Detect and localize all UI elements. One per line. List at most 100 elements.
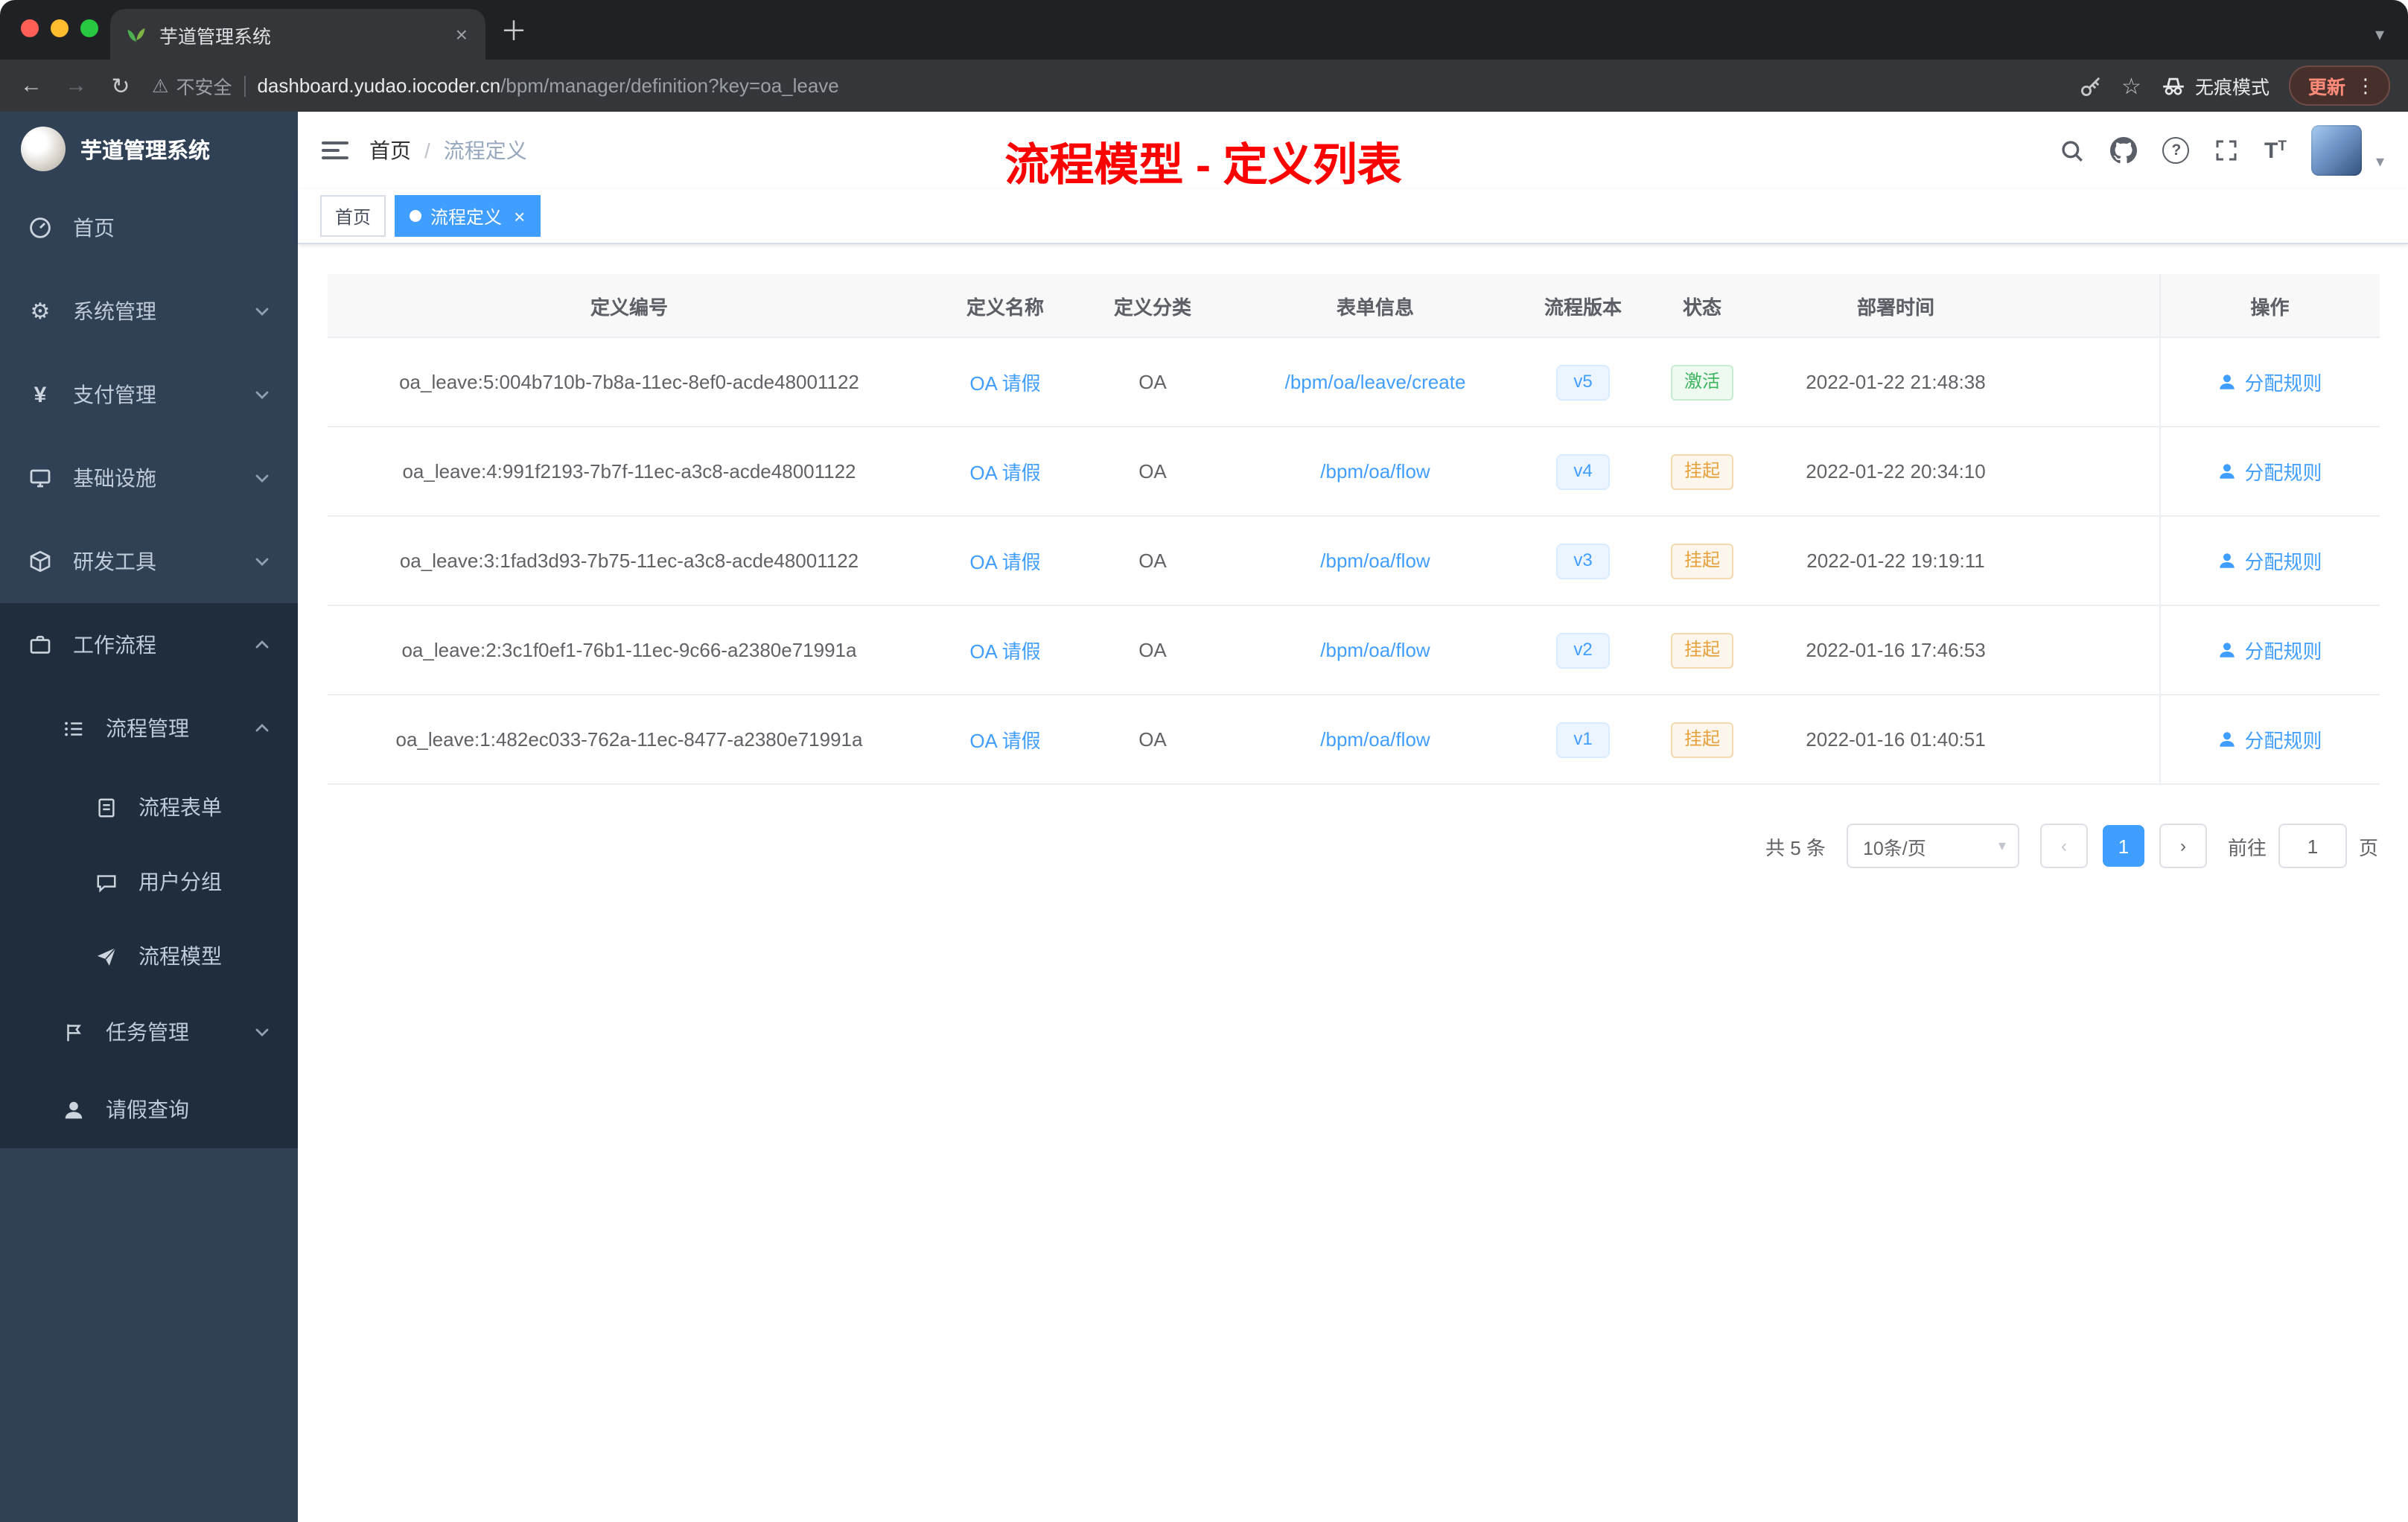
avatar-caret-icon[interactable]: ▾ [2376,151,2384,171]
table-row[interactable]: oa_leave:1:482ec033-762a-11ec-8477-a2380… [328,695,2380,785]
sidebar-fold-icon[interactable] [322,141,348,159]
tab-close-icon[interactable]: × [453,22,471,46]
definition-table: 定义编号 定义名称 定义分类 表单信息 流程版本 状态 部署时间 操作 oa_l… [328,274,2380,785]
definition-name-link[interactable]: OA 请假 [969,640,1040,663]
sidebar-item-process-model[interactable]: 流程模型 [0,919,298,993]
definition-name-link[interactable]: OA 请假 [969,730,1040,752]
font-size-icon[interactable]: TT [2264,138,2287,162]
forward-button[interactable]: → [63,73,89,98]
url-text[interactable]: dashboard.yudao.iocoder.cn/bpm/manager/d… [257,74,838,97]
form-link[interactable]: /bpm/oa/flow [1320,639,1430,661]
browser-menu-icon[interactable]: ⋮ [2356,74,2375,98]
sidebar-item-devtools[interactable]: 研发工具 [0,520,298,603]
browser-tab[interactable]: 芋道管理系统 × [110,9,485,60]
total-count: 共 5 条 [1765,836,1826,859]
browser-toolbar: ← → ↻ ⚠ 不安全 dashboard.yudao.iocoder.cn/b… [0,60,2408,112]
sidebar-item-infrastructure[interactable]: 基础设施 [0,436,298,520]
next-page-button[interactable]: › [2159,824,2207,868]
col-spacer [2028,274,2159,338]
table-row[interactable]: oa_leave:3:1fad3d93-7b75-11ec-a3c8-acde4… [328,516,2380,606]
sidebar-item-task-management[interactable]: 任务管理 [0,993,298,1071]
sidebar-item-system[interactable]: ⚙ 系统管理 [0,270,298,353]
sidebar-item-user-group[interactable]: 用户分组 [0,844,298,919]
definition-name-link[interactable]: OA 请假 [969,372,1040,395]
chevron-up-icon [253,719,271,737]
site-favicon-icon [125,23,147,45]
col-deploy-time: 部署时间 [1763,274,2028,338]
incognito-badge: 无痕模式 [2161,71,2270,100]
sidebar-item-workflow[interactable]: 工作流程 [0,603,298,687]
table-row[interactable]: oa_leave:4:991f2193-7b7f-11ec-a3c8-acde4… [328,427,2380,517]
tag-close-icon[interactable]: × [514,206,525,226]
status-badge: 激活 [1670,364,1733,400]
security-label[interactable]: 不安全 [176,71,232,100]
annotation-title: 流程模型 - 定义列表 [1004,141,1402,191]
search-icon[interactable] [2060,138,2086,163]
address-bar[interactable]: ⚠ 不安全 dashboard.yudao.iocoder.cn/bpm/man… [152,71,2060,100]
definition-name-link[interactable]: OA 请假 [969,462,1040,484]
assign-rule-link[interactable]: 分配规则 [2217,725,2322,754]
prev-page-button[interactable]: ‹ [2039,824,2088,868]
reload-button[interactable]: ↻ [107,72,134,99]
person-icon [2220,375,2235,389]
user-avatar[interactable] [2311,125,2363,176]
version-badge: v4 [1556,453,1610,489]
sidebar-item-process-form[interactable]: 流程表单 [0,770,298,844]
deploy-time: 2022-01-22 20:34:10 [1763,427,2028,517]
sidebar-item-home[interactable]: 首页 [0,186,298,270]
chevron-down-icon [253,386,271,404]
assign-rule-link[interactable]: 分配规则 [2217,368,2322,396]
form-link[interactable]: /bpm/oa/flow [1320,728,1430,751]
zoom-window-button[interactable] [80,19,98,37]
assign-rule-link[interactable]: 分配规则 [2217,547,2322,575]
definition-id: oa_leave:5:004b710b-7b8a-11ec-8ef0-acde4… [328,337,931,427]
close-window-button[interactable] [21,19,39,37]
chrome-update-button[interactable]: 更新 ⋮ [2288,66,2390,106]
col-process-version: 流程版本 [1525,274,1641,338]
ordered-list-icon [60,715,86,742]
password-key-icon[interactable] [2078,74,2102,98]
sidebar-item-process-management[interactable]: 流程管理 [0,687,298,770]
col-form-info: 表单信息 [1226,274,1525,338]
status-badge: 挂起 [1670,722,1733,757]
sidebar-item-leave-query[interactable]: 请假查询 [0,1071,298,1148]
new-tab-button[interactable]: ＋ [500,10,527,49]
flag-icon [60,1019,86,1045]
omnibox-divider [243,75,246,96]
page-size-select[interactable]: 10条/页 ▾ [1846,824,2019,868]
sidebar-item-payment[interactable]: ¥ 支付管理 [0,353,298,436]
minimize-window-button[interactable] [51,19,69,37]
security-warning-icon: ⚠ [152,76,169,97]
page-number-active[interactable]: 1 [2102,825,2144,867]
brand-avatar [21,127,66,171]
col-definition-category: 定义分类 [1080,274,1226,338]
version-badge: v5 [1556,364,1610,400]
fullscreen-icon[interactable] [2215,138,2239,162]
help-icon[interactable]: ? [2162,137,2190,164]
chevron-up-icon [253,636,271,654]
definition-name-link[interactable]: OA 请假 [969,551,1040,573]
bookmark-star-icon[interactable]: ☆ [2121,72,2141,99]
breadcrumb-home[interactable]: 首页 [369,136,411,165]
tab-search-icon[interactable]: ▾ [2375,24,2408,45]
assign-rule-link[interactable]: 分配规则 [2217,636,2322,664]
form-link[interactable]: /bpm/oa/flow [1320,550,1430,572]
back-button[interactable]: ← [18,73,45,98]
tag-home[interactable]: 首页 [320,195,386,237]
table-row[interactable]: oa_leave:2:3c1f0ef1-76b1-11ec-9c66-a2380… [328,605,2380,695]
form-link[interactable]: /bpm/oa/leave/create [1285,371,1466,393]
form-link[interactable]: /bpm/oa/flow [1320,460,1430,483]
gear-icon: ⚙ [30,299,51,325]
table-row[interactable]: oa_leave:5:004b710b-7b8a-11ec-8ef0-acde4… [328,337,2380,427]
cube-icon [27,548,54,575]
github-icon[interactable] [2110,137,2138,164]
yen-icon: ¥ [34,382,47,407]
active-tag-dot [410,210,422,222]
tag-process-definition[interactable]: 流程定义 × [395,195,541,237]
page-unit-label: 页 [2358,836,2378,859]
tags-view-bar: 首页 流程定义 × [298,189,2408,244]
assign-rule-link[interactable]: 分配规则 [2217,457,2322,485]
goto-page-input[interactable]: 1 [2278,824,2347,868]
deploy-time: 2022-01-22 19:19:11 [1763,516,2028,606]
version-badge: v2 [1556,632,1610,668]
